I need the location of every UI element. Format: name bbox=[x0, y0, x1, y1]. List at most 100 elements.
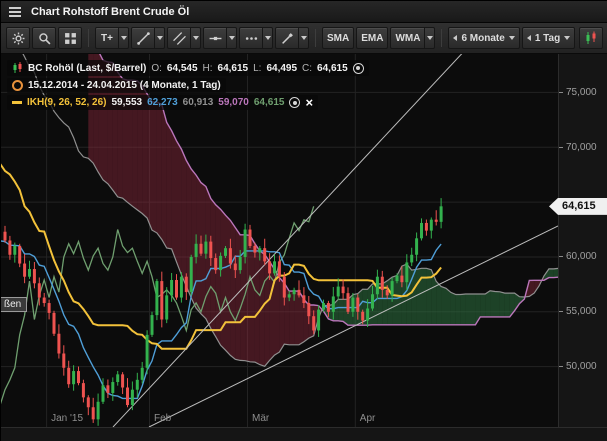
dots-icon bbox=[245, 36, 257, 40]
sma-button[interactable]: SMA bbox=[322, 27, 355, 49]
hline-tool-dropdown[interactable] bbox=[227, 27, 237, 49]
chart-type-button[interactable] bbox=[579, 27, 603, 49]
trendline-icon bbox=[136, 31, 150, 45]
high-label: H: bbox=[202, 62, 213, 74]
close-icon[interactable]: × bbox=[305, 96, 313, 109]
zoom-button[interactable] bbox=[32, 27, 56, 49]
marker-tool-group bbox=[239, 27, 273, 49]
clipped-tooltip: ßen bbox=[1, 297, 28, 312]
indicator-color-swatch bbox=[12, 101, 22, 104]
current-price-badge: 64,615 bbox=[549, 197, 607, 215]
chevron-down-icon bbox=[156, 36, 163, 40]
gear-icon bbox=[12, 32, 24, 44]
pen-icon bbox=[281, 32, 293, 44]
ema-label: EMA bbox=[361, 32, 384, 44]
hline-tool-button[interactable] bbox=[203, 27, 227, 49]
menu-icon[interactable] bbox=[7, 5, 23, 19]
ikh-value-5: 64,615 bbox=[253, 97, 285, 108]
period-select[interactable]: 6 Monate bbox=[448, 27, 520, 49]
chevron-down-icon bbox=[228, 36, 235, 40]
current-price-value: 64,615 bbox=[562, 199, 596, 212]
chevron-down-icon bbox=[300, 36, 307, 40]
horizontal-line-icon bbox=[209, 36, 221, 40]
date-range: 15.12.2014 - 24.04.2015 (4 Monate, 1 Tag… bbox=[28, 80, 221, 91]
wma-dropdown[interactable] bbox=[425, 27, 436, 49]
legend-instrument-row: BC Rohöl (Last, $/Barrel) O: 64,545 H: 64,… bbox=[7, 60, 369, 76]
ikh-value-2: 62,273 bbox=[147, 97, 178, 108]
open-label: O: bbox=[151, 62, 162, 74]
price-axis[interactable]: 50,00055,00060,00065,00070,00075,000 bbox=[558, 54, 607, 427]
legend-indicator-row: IKH(9, 26, 52, 26) 59,553 62,273 60,913 … bbox=[7, 95, 319, 110]
trendline-tool-group bbox=[131, 27, 165, 49]
trendline-tool-button[interactable] bbox=[131, 27, 155, 49]
pen-tool-button[interactable] bbox=[275, 27, 299, 49]
toolbar-separator bbox=[315, 29, 316, 47]
low-label: L: bbox=[253, 62, 262, 74]
channel-tool-button[interactable] bbox=[167, 27, 191, 49]
ema-button[interactable]: EMA bbox=[356, 27, 389, 49]
marker-tool-button[interactable] bbox=[239, 27, 263, 49]
interval-label: 1 Tag bbox=[534, 32, 561, 44]
window-title: Chart Rohstoff Brent Crude Öl bbox=[31, 5, 190, 18]
chevron-down-icon bbox=[264, 36, 271, 40]
ikh-value-1: 59,553 bbox=[111, 97, 143, 108]
price-axis-label: 50,000 bbox=[559, 360, 597, 374]
text-tool-dropdown[interactable] bbox=[119, 27, 129, 49]
visibility-toggle-icon[interactable] bbox=[289, 97, 301, 108]
low-value: 64,495 bbox=[266, 62, 298, 74]
clock-icon bbox=[12, 80, 23, 91]
chevron-down-icon bbox=[564, 36, 571, 40]
candlestick-type-icon bbox=[586, 31, 596, 44]
chart-legend: BC Rohöl (Last, $/Barrel) O: 64,545 H: 64,… bbox=[7, 60, 369, 112]
channel-tool-group bbox=[167, 27, 201, 49]
layout-button[interactable] bbox=[58, 27, 82, 49]
chevron-down-icon bbox=[508, 36, 515, 40]
chevron-down-icon bbox=[120, 36, 127, 40]
candlestick-icon bbox=[13, 62, 22, 73]
ikh-value-3: 60,913 bbox=[182, 97, 214, 108]
svg-text:Jan '15: Jan '15 bbox=[51, 413, 83, 424]
svg-text:Mär: Mär bbox=[252, 413, 270, 424]
svg-text:Apr: Apr bbox=[360, 413, 376, 424]
settings-button[interactable] bbox=[6, 27, 30, 49]
wma-label: WMA bbox=[395, 32, 421, 44]
ikh-value-4: 59,070 bbox=[218, 97, 249, 108]
chevron-left-icon bbox=[526, 35, 531, 41]
visibility-toggle-icon[interactable] bbox=[352, 62, 364, 74]
title-bar: Chart Rohstoff Brent Crude Öl bbox=[1, 1, 607, 23]
price-axis-label: 70,000 bbox=[559, 140, 597, 154]
trendline-tool-dropdown[interactable] bbox=[155, 27, 165, 49]
price-axis-label: 75,000 bbox=[559, 85, 597, 99]
interval-select[interactable]: 1 Tag bbox=[521, 27, 576, 49]
chart-area[interactable]: Jan '15 Feb Mär Apr BC Rohöl (Last, $/Barre… bbox=[1, 54, 558, 427]
time-axis[interactable] bbox=[1, 427, 607, 441]
open-value: 64,545 bbox=[166, 62, 198, 74]
channel-tool-dropdown[interactable] bbox=[191, 27, 201, 49]
legend-range-row: 15.12.2014 - 24.04.2015 (4 Monate, 1 Tag… bbox=[7, 78, 226, 93]
pen-tool-group bbox=[275, 27, 309, 49]
toolbar-separator bbox=[88, 29, 89, 47]
toolbar: T+ SMA EMA WMA 6 Monate 1 Tag bbox=[1, 23, 607, 54]
price-axis-label: 55,000 bbox=[559, 305, 597, 319]
chart-window: Chart Rohstoff Brent Crude Öl T+ SMA EMA… bbox=[0, 0, 607, 441]
instrument-name: BC Rohöl (Last, $/Barrel) bbox=[28, 62, 147, 74]
wma-group: WMA bbox=[390, 27, 436, 49]
close-label: C: bbox=[302, 62, 313, 74]
chevron-down-icon bbox=[426, 36, 433, 40]
indicator-name: IKH(9, 26, 52, 26) bbox=[27, 97, 107, 108]
sma-label: SMA bbox=[327, 32, 350, 44]
pen-tool-dropdown[interactable] bbox=[299, 27, 309, 49]
wma-button[interactable]: WMA bbox=[390, 27, 426, 49]
toolbar-separator bbox=[441, 29, 443, 47]
marker-tool-dropdown[interactable] bbox=[263, 27, 273, 49]
chevron-left-icon bbox=[453, 35, 458, 41]
grid-icon bbox=[64, 32, 76, 44]
high-value: 64,615 bbox=[217, 62, 249, 74]
text-tool-group: T+ bbox=[95, 27, 129, 49]
period-label: 6 Monate bbox=[461, 32, 505, 44]
close-value: 64,615 bbox=[317, 62, 348, 74]
search-icon bbox=[38, 32, 50, 44]
channel-icon bbox=[172, 31, 186, 45]
text-tool-button[interactable]: T+ bbox=[95, 27, 119, 49]
text-tool-label: T+ bbox=[101, 32, 113, 44]
